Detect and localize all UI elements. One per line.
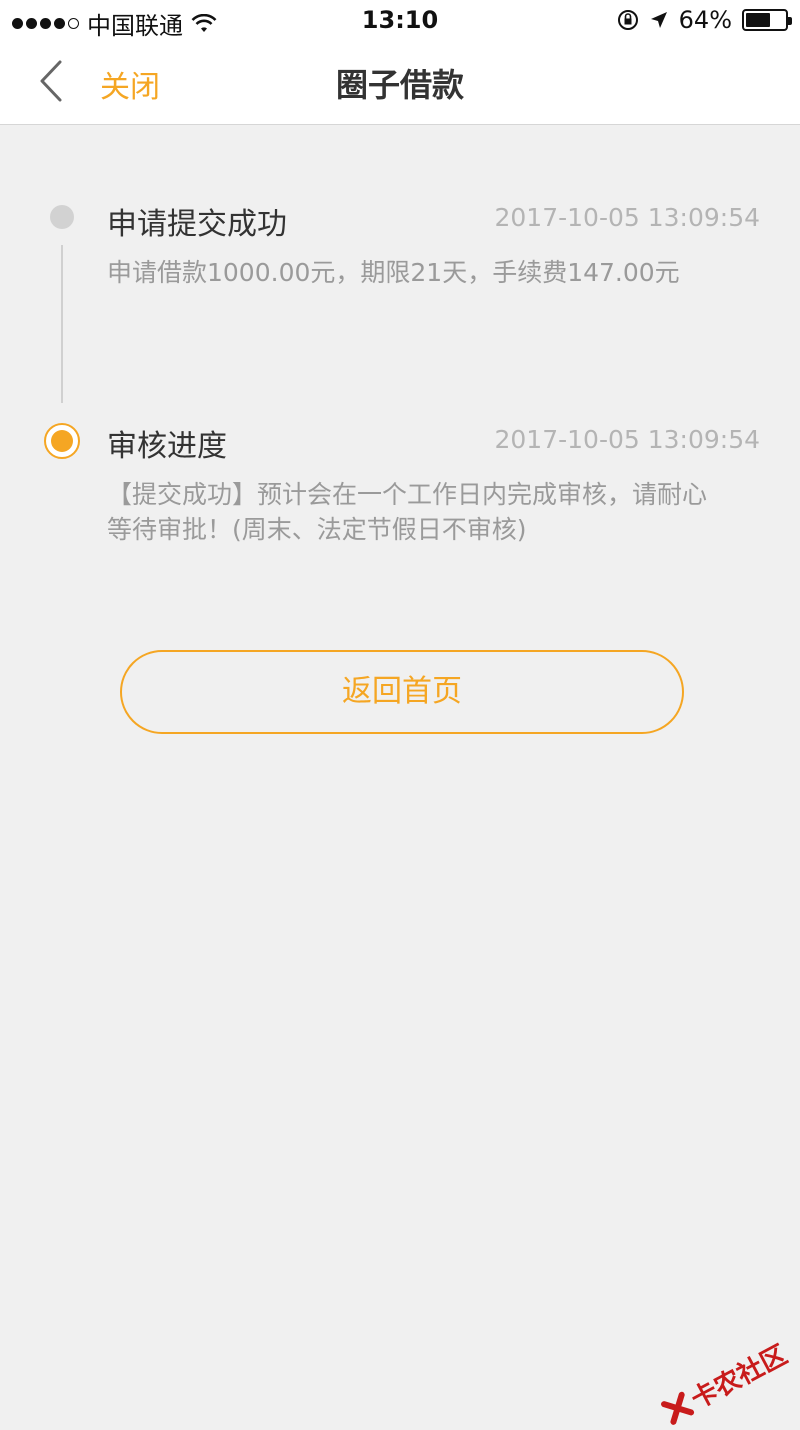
step-title: 审核进度 bbox=[107, 421, 227, 465]
watermark-logo: 卡农社区 bbox=[657, 1335, 793, 1430]
navigation-bar: 关闭 圈子借款 bbox=[0, 40, 800, 125]
step-description-line-2: 等待审批！(周末、法定节假日不审核) bbox=[107, 512, 767, 547]
step-active-dot-icon bbox=[44, 423, 80, 459]
status-bar: 中国联通 13:10 64% bbox=[0, 0, 800, 40]
watermark-text: 卡农社区 bbox=[684, 1335, 793, 1417]
step-timestamp: 2017-10-05 13:09:54 bbox=[494, 203, 760, 232]
step-done-dot-icon bbox=[50, 205, 74, 229]
status-bar-right: 64% bbox=[617, 6, 788, 34]
step-timestamp: 2017-10-05 13:09:54 bbox=[494, 425, 760, 454]
step-description: 申请借款1000.00元，期限21天，手续费147.00元 bbox=[107, 255, 767, 290]
step-title: 申请提交成功 bbox=[107, 199, 287, 243]
return-home-button[interactable]: 返回首页 bbox=[120, 650, 684, 734]
close-button[interactable]: 关闭 bbox=[100, 62, 160, 106]
location-arrow-icon bbox=[649, 10, 669, 30]
timeline-connector bbox=[61, 245, 63, 403]
battery-fill bbox=[746, 13, 770, 27]
step-description-line-1: 【提交成功】预计会在一个工作日内完成审核，请耐心 bbox=[107, 477, 767, 512]
battery-percent: 64% bbox=[679, 6, 732, 34]
rotation-lock-icon bbox=[617, 9, 639, 31]
chevron-left-icon[interactable] bbox=[34, 58, 74, 104]
battery-icon bbox=[742, 9, 788, 31]
